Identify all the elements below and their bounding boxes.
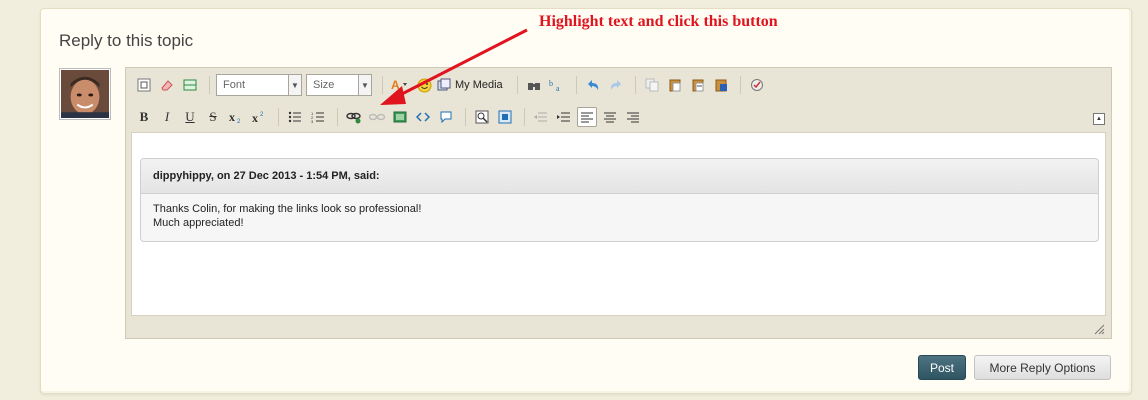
toolbar-separator [524, 108, 525, 126]
paste-word-icon[interactable] [711, 75, 731, 95]
find-icon[interactable] [524, 75, 544, 95]
more-reply-options-button[interactable]: More Reply Options [974, 355, 1111, 380]
emoticon-icon[interactable] [414, 75, 434, 95]
collapse-toolbar-icon[interactable]: ▲ [1093, 113, 1105, 125]
media-icon [437, 78, 451, 91]
toolbar-separator [634, 76, 636, 94]
avatar [59, 68, 111, 120]
strikethrough-icon[interactable]: S [203, 107, 223, 127]
post-button[interactable]: Post [918, 355, 966, 380]
undo-icon[interactable] [583, 75, 603, 95]
align-center-icon[interactable] [600, 107, 620, 127]
indent-icon[interactable] [554, 107, 574, 127]
font-select-label: Font [223, 79, 246, 91]
annotation-text: Highlight text and click this button [539, 13, 778, 30]
toolbar-separator [278, 108, 279, 126]
source-icon[interactable] [134, 75, 154, 95]
size-select-label: Size [313, 79, 335, 91]
spellcheck-icon[interactable] [747, 75, 767, 95]
subscript-icon[interactable]: x2 [226, 107, 246, 127]
quote-block: dippyhippy, on 27 Dec 2013 - 1:54 PM, sa… [140, 158, 1099, 242]
svg-text:x: x [229, 110, 235, 124]
paste-text-icon[interactable] [688, 75, 708, 95]
resize-handle-icon[interactable] [1093, 323, 1105, 335]
chevron-down-icon: ▼ [288, 75, 301, 95]
copy-icon[interactable] [642, 75, 662, 95]
chevron-down-icon: ▼ [358, 75, 371, 95]
redo-icon[interactable] [606, 75, 626, 95]
toolbar-row-1: Font ▼ Size ▼ A My Media ba [134, 73, 770, 97]
my-media-label: My Media [455, 79, 503, 91]
italic-icon[interactable]: I [157, 107, 177, 127]
numbered-list-icon[interactable]: 123 [308, 107, 328, 127]
unlink-icon[interactable] [367, 107, 387, 127]
text-color-icon[interactable]: A [389, 75, 411, 95]
toolbar-separator [209, 76, 210, 94]
toolbar-separator [465, 108, 466, 126]
toolbar-separator [337, 108, 338, 126]
reply-title: Reply to this topic [59, 31, 194, 50]
bold-icon[interactable]: B [134, 107, 154, 127]
svg-text:2: 2 [260, 112, 264, 118]
toolbar-separator [739, 76, 741, 94]
rich-text-editor: Font ▼ Size ▼ A My Media ba B I U S x 2 … [125, 67, 1112, 339]
underline-icon[interactable]: U [180, 107, 200, 127]
eraser-icon[interactable] [157, 75, 177, 95]
svg-text:3: 3 [311, 119, 314, 123]
toolbar-row-2: B I U S x2 x2 123 [134, 105, 646, 129]
svg-text:a: a [556, 84, 560, 92]
size-select[interactable]: Size ▼ [306, 74, 372, 96]
superscript-icon[interactable]: x2 [249, 107, 269, 127]
quote-citation: dippyhippy, on 27 Dec 2013 - 1:54 PM, sa… [141, 159, 1098, 194]
quote-icon[interactable] [436, 107, 456, 127]
replace-icon[interactable]: ba [547, 75, 567, 95]
code-icon[interactable] [413, 107, 433, 127]
image-icon[interactable] [390, 107, 410, 127]
toolbar-separator [575, 76, 577, 94]
editor-content-area[interactable]: dippyhippy, on 27 Dec 2013 - 1:54 PM, sa… [131, 132, 1106, 316]
quote-line: Thanks Colin, for making the links look … [153, 203, 422, 215]
toolbar-separator [382, 76, 383, 94]
svg-text:A: A [391, 78, 400, 92]
outdent-icon[interactable] [531, 107, 551, 127]
svg-text:b: b [549, 79, 553, 88]
font-select[interactable]: Font ▼ [216, 74, 302, 96]
align-right-icon[interactable] [623, 107, 643, 127]
align-left-icon[interactable] [577, 107, 597, 127]
my-media-button[interactable]: My Media [437, 78, 503, 92]
table-icon[interactable] [180, 75, 200, 95]
toolbar-separator [516, 76, 518, 94]
quote-body: Thanks Colin, for making the links look … [141, 194, 1098, 238]
svg-text:x: x [252, 111, 258, 124]
paste-icon[interactable] [665, 75, 685, 95]
bulleted-list-icon[interactable] [285, 107, 305, 127]
svg-text:2: 2 [237, 119, 241, 124]
quote-line: Much appreciated! [153, 217, 244, 229]
media-embed-icon[interactable] [495, 107, 515, 127]
spoiler-icon[interactable] [472, 107, 492, 127]
link-icon[interactable] [344, 107, 364, 127]
